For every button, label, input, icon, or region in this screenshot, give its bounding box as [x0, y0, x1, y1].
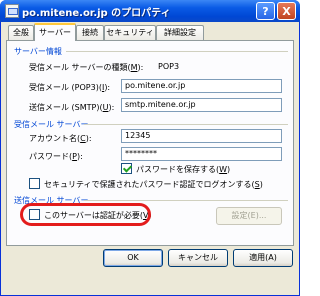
cancel-button[interactable]: キャンセル [168, 249, 228, 267]
incoming-server-label: 受信メール (POP3)(I): [29, 83, 111, 92]
server-type-label: 受信メール サーバーの種類(M): [29, 63, 144, 72]
account-name-label: アカウント名(C): [29, 134, 92, 143]
secure-password-auth-label[interactable]: セキュリティで保護されたパスワード認証でログオンする(S) [44, 179, 263, 190]
settings-button[interactable]: 設定(E)... [216, 207, 282, 225]
mail-account-icon [5, 4, 19, 18]
account-name-input[interactable]: 12345 [121, 129, 282, 143]
save-password-checkbox[interactable] [121, 163, 132, 174]
secure-password-auth-checkbox[interactable] [29, 178, 40, 189]
tab-connection[interactable]: 接続 [76, 25, 104, 40]
incoming-server-heading: 受信メール サーバー [14, 120, 89, 129]
server-type-value: POP3 [158, 62, 180, 71]
outgoing-server-label: 送信メール (SMTP)(U): [29, 103, 115, 112]
tab-advanced[interactable]: 詳細設定 [156, 25, 204, 40]
save-password-label[interactable]: パスワードを保存する(W) [136, 164, 230, 175]
tab-server[interactable]: サーバー [34, 23, 76, 41]
server-info-heading: サーバー情報 [14, 47, 62, 56]
tab-general[interactable]: 全般 [8, 25, 34, 40]
password-input[interactable]: ******** [121, 147, 282, 161]
help-button[interactable]: ? [256, 2, 275, 20]
incoming-server-input[interactable]: po.mitene.or.jp [121, 79, 282, 93]
highlight-circle [20, 203, 151, 226]
outgoing-server-input[interactable]: smtp.mitene.or.jp [121, 98, 282, 112]
window-title: po.mitene.or.jp のプロパティ [22, 8, 171, 19]
apply-button[interactable]: 適用(A) [233, 249, 293, 267]
section-divider [84, 200, 288, 201]
section-divider [84, 124, 288, 125]
password-label: パスワード(P): [29, 152, 83, 161]
ok-button[interactable]: OK [103, 249, 163, 267]
tab-security[interactable]: セキュリティ [104, 25, 156, 40]
close-button[interactable]: X [277, 2, 296, 20]
section-divider [66, 51, 288, 52]
